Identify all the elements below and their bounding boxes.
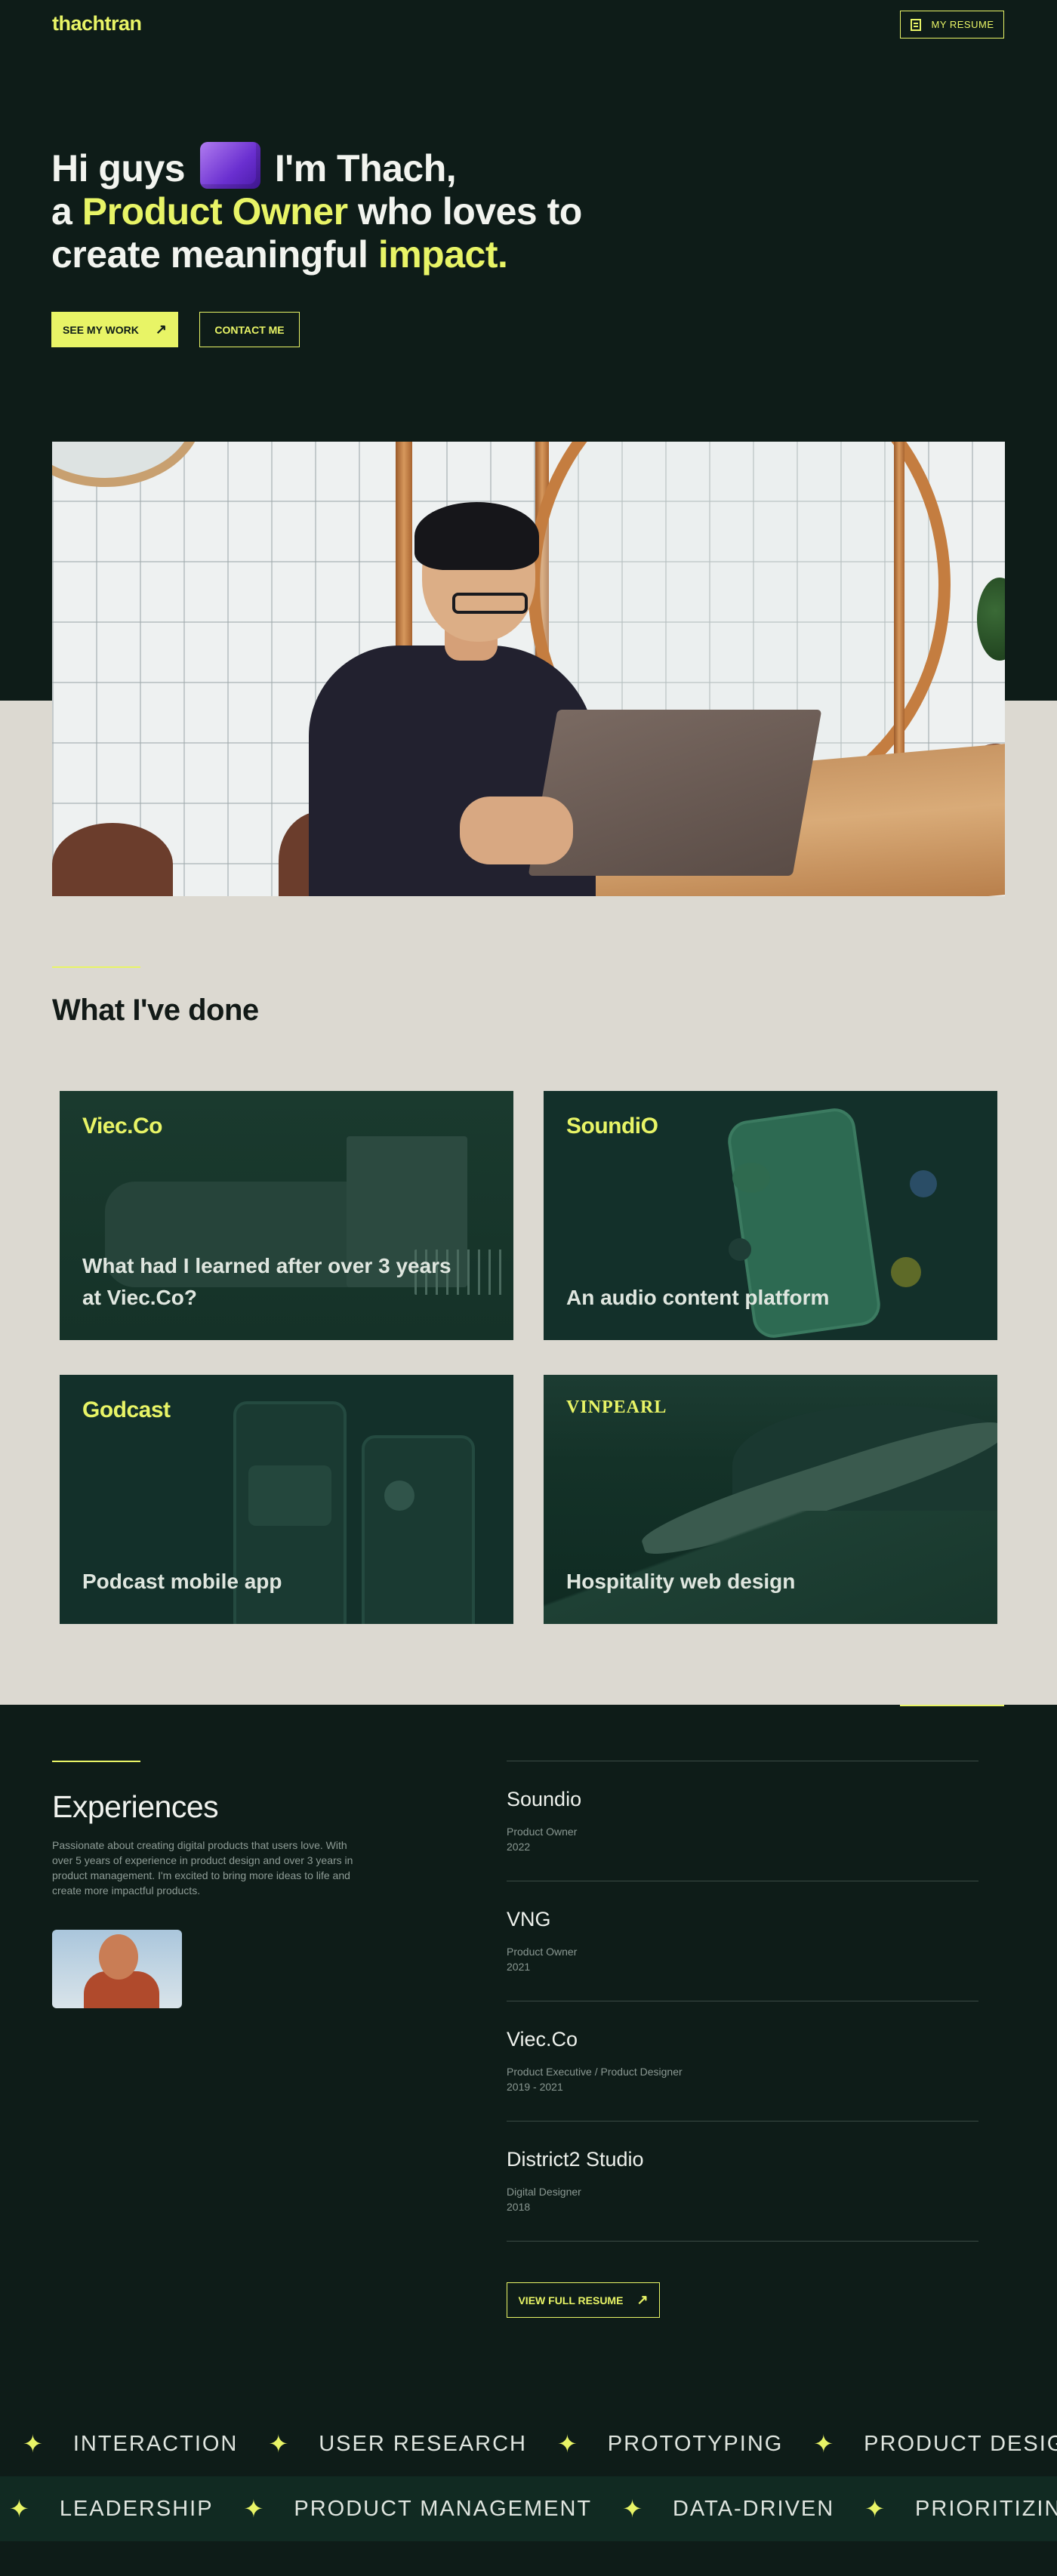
site-logo[interactable]: thachtran bbox=[52, 12, 142, 35]
view-full-resume-label: VIEW FULL RESUME bbox=[518, 2294, 624, 2306]
star-icon: ✦ bbox=[622, 2495, 643, 2522]
card-title: Podcast mobile app bbox=[82, 1570, 282, 1593]
section-divider bbox=[52, 966, 140, 968]
section-divider-right bbox=[900, 1705, 1004, 1706]
card-title: What had I learned after over 3 years at… bbox=[82, 1254, 451, 1309]
job-years: 2019 - 2021 bbox=[507, 2081, 563, 2093]
hero-greeting: Hi guys bbox=[51, 147, 186, 190]
vieco-logo: Viec.Co bbox=[82, 1114, 163, 1139]
my-resume-label: MY RESUME bbox=[931, 19, 994, 30]
hero-role-highlight: Product Owner bbox=[82, 190, 348, 233]
project-card-vieco[interactable]: Viec.Co What had I learned after over 3 … bbox=[60, 1091, 513, 1340]
job-company: Viec.Co bbox=[507, 2028, 578, 2051]
star-icon: ✦ bbox=[268, 2430, 289, 2457]
card-title: Hospitality web design bbox=[566, 1570, 796, 1593]
job-divider bbox=[507, 2121, 978, 2122]
star-icon: ✦ bbox=[23, 2430, 43, 2457]
see-my-work-button[interactable]: SEE MY WORK ↗ bbox=[51, 312, 178, 347]
skill-tag: LEADERSHIP bbox=[59, 2496, 214, 2521]
hero-impact-highlight: impact. bbox=[378, 233, 508, 276]
contact-me-button[interactable]: CONTACT ME bbox=[199, 312, 300, 347]
job-role: Product Owner bbox=[507, 1826, 578, 1838]
job-role: Product Executive / Product Designer bbox=[507, 2066, 683, 2078]
experiences-thumbnail bbox=[52, 1930, 182, 2008]
star-icon: ✦ bbox=[9, 2495, 29, 2522]
vinpearl-logo: VINPEARL bbox=[566, 1397, 667, 1417]
skill-tag: DATA-DRIVEN bbox=[672, 2496, 835, 2521]
experiences-description: Passionate about creating digital produc… bbox=[52, 1839, 353, 1897]
hero-phrase-2: create meaningful bbox=[51, 233, 368, 276]
skills-marquee-row-2: ✦ LEADERSHIP ✦ PRODUCT MANAGEMENT ✦ DATA… bbox=[0, 2476, 1057, 2541]
skill-tag: INTERACTION bbox=[72, 2431, 239, 2456]
purple-emoji-icon bbox=[199, 142, 260, 189]
project-card-godcast[interactable]: Godcast Podcast mobile app bbox=[60, 1375, 513, 1624]
skill-tag: PRODUCT MANAGEMENT bbox=[294, 2496, 593, 2521]
hero-article: a bbox=[51, 190, 72, 233]
job-years: 2022 bbox=[507, 1841, 531, 1853]
see-my-work-label: SEE MY WORK bbox=[63, 323, 139, 336]
job-company: VNG bbox=[507, 1908, 551, 1930]
star-icon: ✦ bbox=[864, 2495, 886, 2522]
star-icon: ✦ bbox=[813, 2430, 834, 2457]
work-section-title: What I've done bbox=[52, 994, 259, 1027]
hero-intro: I'm Thach, bbox=[274, 147, 457, 190]
job-divider bbox=[507, 2241, 978, 2242]
card-title: An audio content platform bbox=[566, 1286, 830, 1309]
experiences-title: Experiences bbox=[52, 1789, 219, 1824]
godcast-logo: Godcast bbox=[82, 1397, 171, 1422]
soundio-logo: SoundiO bbox=[566, 1114, 658, 1139]
star-icon: ✦ bbox=[556, 2430, 578, 2457]
arrow-up-right-icon: ↗ bbox=[636, 2292, 649, 2307]
skills-marquee-row-1: ✦ INTERACTION ✦ USER RESEARCH ✦ PROTOTYP… bbox=[0, 2411, 1057, 2476]
project-card-vinpearl[interactable]: VINPEARL Hospitality web design bbox=[544, 1375, 997, 1624]
project-card-soundio[interactable]: SoundiO An audio content platform bbox=[544, 1091, 997, 1340]
contact-me-label: CONTACT ME bbox=[214, 323, 285, 336]
page: thachtran MY RESUME Hi guys I'm Thach, a… bbox=[0, 0, 1057, 2576]
skill-tag: PROTOTYPING bbox=[607, 2431, 784, 2456]
job-role: Digital Designer bbox=[507, 2186, 581, 2198]
job-years: 2018 bbox=[507, 2201, 531, 2213]
skill-tag: PRODUCT DESIGN bbox=[864, 2431, 1057, 2456]
skill-tag: USER RESEARCH bbox=[319, 2431, 527, 2456]
job-company: District2 Studio bbox=[507, 2148, 644, 2171]
view-full-resume-button[interactable]: VIEW FULL RESUME ↗ bbox=[507, 2282, 660, 2318]
skill-tag: PRIORITIZING bbox=[915, 2496, 1057, 2521]
hero-photo bbox=[52, 442, 1005, 896]
job-company: Soundio bbox=[507, 1788, 582, 1810]
job-years: 2021 bbox=[507, 1961, 531, 1973]
experiences-divider bbox=[52, 1761, 140, 1762]
arrow-up-right-icon: ↗ bbox=[155, 322, 167, 337]
star-icon: ✦ bbox=[243, 2495, 264, 2522]
job-role: Product Owner bbox=[507, 1946, 578, 1958]
hero-headline: Hi guys I'm Thach, a Product Owner who l… bbox=[51, 142, 731, 276]
hero-phrase: who loves to bbox=[358, 190, 582, 233]
document-icon bbox=[910, 18, 921, 31]
my-resume-button[interactable]: MY RESUME bbox=[900, 11, 1004, 39]
top-nav: thachtran MY RESUME bbox=[0, 0, 1057, 50]
